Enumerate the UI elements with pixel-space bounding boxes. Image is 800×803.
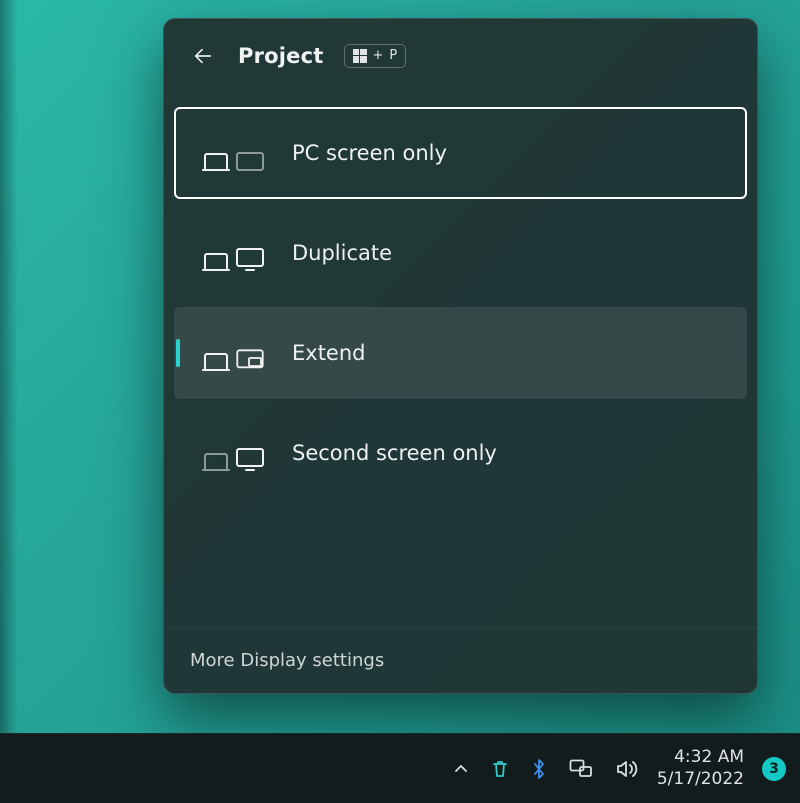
second-screen-only-icon xyxy=(202,435,262,471)
taskbar: 4:32 AM 5/17/2022 3 xyxy=(0,733,800,803)
option-extend[interactable]: Extend xyxy=(174,307,747,399)
notification-center-badge[interactable]: 3 xyxy=(762,757,786,781)
option-second-screen-only[interactable]: Second screen only xyxy=(174,407,747,499)
flyout-title: Project xyxy=(238,44,324,68)
more-display-settings-link[interactable]: More Display settings xyxy=(164,627,757,693)
extend-icon xyxy=(202,335,262,371)
volume-tray-icon[interactable] xyxy=(615,759,639,779)
tray-overflow-button[interactable] xyxy=(453,761,469,777)
option-pc-screen-only[interactable]: PC screen only xyxy=(174,107,747,199)
network-icon xyxy=(569,759,593,779)
clock-time: 4:32 AM xyxy=(674,747,744,768)
shortcut-hint: + P xyxy=(344,44,407,68)
project-options-list: PC screen only Duplicate Extend xyxy=(164,89,757,499)
trash-icon xyxy=(491,759,509,779)
option-label: Extend xyxy=(292,341,366,365)
recycle-bin-tray-icon[interactable] xyxy=(491,759,509,779)
desktop-inner-shadow xyxy=(0,0,18,803)
shortcut-key: P xyxy=(389,48,397,63)
windows-key-icon xyxy=(353,49,367,63)
flyout-header: Project + P xyxy=(164,19,757,89)
chevron-up-icon xyxy=(453,761,469,777)
option-label: Duplicate xyxy=(292,241,392,265)
back-button[interactable] xyxy=(188,41,218,71)
duplicate-icon xyxy=(202,235,262,271)
option-duplicate[interactable]: Duplicate xyxy=(174,207,747,299)
network-tray-icon[interactable] xyxy=(569,759,593,779)
project-flyout: Project + P PC screen only Duplicate xyxy=(163,18,758,694)
speaker-icon xyxy=(615,759,639,779)
bluetooth-tray-icon[interactable] xyxy=(531,758,547,780)
clock-date: 5/17/2022 xyxy=(657,769,744,790)
system-tray xyxy=(453,758,639,780)
back-arrow-icon xyxy=(192,45,214,67)
option-label: PC screen only xyxy=(292,141,447,165)
option-label: Second screen only xyxy=(292,441,497,465)
bluetooth-icon xyxy=(531,758,547,780)
taskbar-clock[interactable]: 4:32 AM 5/17/2022 xyxy=(657,747,744,790)
shortcut-plus: + xyxy=(373,48,384,63)
pc-screen-only-icon xyxy=(202,135,262,171)
